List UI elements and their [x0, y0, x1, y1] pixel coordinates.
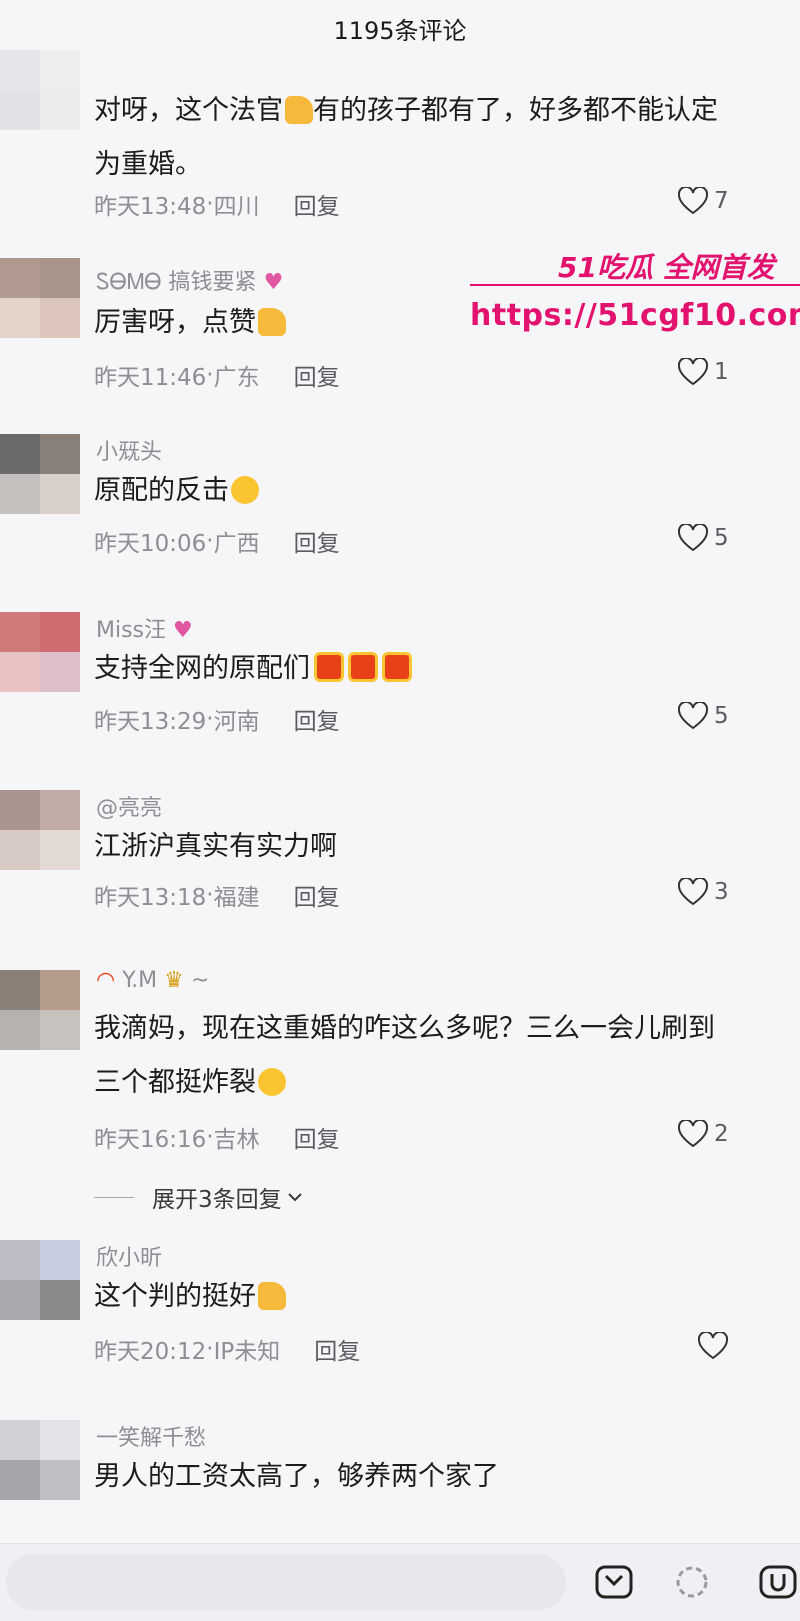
reply-button[interactable]: 回复 [294, 358, 340, 392]
comment-input-bar [0, 1543, 800, 1621]
comment-time: 昨天11:46 [94, 365, 207, 391]
comment-username: ᏚᎾᎷᎾ 搞钱要紧 ♥ [96, 270, 284, 295]
comment-location: 四川 [213, 194, 260, 220]
comment-username: @亮亮 [96, 796, 163, 821]
comment-time: 昨天13:18 [94, 885, 207, 911]
comment-username: ◠ Y.M ♛ ~ [96, 968, 210, 993]
reply-button[interactable]: 回复 [294, 1120, 340, 1154]
heart-icon [678, 702, 708, 730]
avatar[interactable] [0, 258, 80, 338]
gift-emoji [348, 652, 378, 682]
kiss-emoji [231, 476, 259, 504]
heart-icon [698, 1332, 728, 1360]
like-button[interactable] [698, 1332, 734, 1360]
comment-text: 江浙沪真实有实力啊 [94, 831, 337, 862]
comment-meta: 昨天20:12 · IP未知 回复 [94, 1332, 360, 1366]
comments-header: 1195条评论 [0, 0, 800, 56]
comment-time: 昨天20:12 [94, 1339, 207, 1365]
heart-icon [678, 878, 708, 906]
chevron-down-icon [287, 1193, 302, 1202]
laugh-tears-emoji [258, 1068, 286, 1096]
like-button[interactable]: 2 [678, 1120, 729, 1148]
like-count: 2 [714, 1121, 729, 1147]
comment-meta: 昨天11:46 · 广东 回复 [94, 358, 340, 392]
reply-button[interactable]: 回复 [294, 187, 340, 221]
gift-emoji [382, 652, 412, 682]
comment-meta: 昨天13:29 · 河南 回复 [94, 702, 340, 736]
comment-meta: 昨天16:16 · 吉林 回复 [94, 1120, 340, 1154]
like-count: 5 [714, 703, 729, 729]
reply-button[interactable]: 回复 [294, 702, 340, 736]
like-button[interactable]: 1 [678, 358, 729, 386]
comment-location: IP未知 [213, 1339, 281, 1365]
comment-text: 男人的工资太高了，够养两个家了 [94, 1461, 499, 1492]
like-button[interactable]: 5 [678, 702, 729, 730]
comment-meta: 昨天13:48 · 四川 回复 [94, 187, 340, 221]
comment-username: 小兓头 [96, 440, 163, 465]
emoji-icon[interactable] [672, 1564, 712, 1600]
heart-emoji: ♥ [173, 618, 193, 643]
comment-username: Miss汪 ♥ [96, 618, 193, 643]
like-count: 3 [714, 879, 729, 905]
watermark-brand: 51吃瓜 全网首发 [558, 251, 775, 284]
avatar[interactable] [0, 612, 80, 692]
thumbs-up-emoji [285, 96, 313, 124]
reply-button[interactable]: 回复 [294, 524, 340, 558]
comment-input[interactable] [6, 1554, 566, 1610]
comment-text: 这个判的挺好 [94, 1270, 784, 1324]
image-icon[interactable] [758, 1564, 798, 1600]
heart-icon [678, 358, 708, 386]
crown-emoji: ♛ [164, 968, 184, 993]
comment-text: 原配的反击 [94, 464, 784, 518]
heart-emoji: ♥ [263, 270, 284, 295]
avatar[interactable] [0, 1240, 80, 1320]
comment-text: 对呀，这个法官 有的孩子都有了，好多都不能认定 为重婚。 [94, 95, 718, 180]
reply-button[interactable]: 回复 [294, 878, 340, 912]
comment-username: 欣小昕 [96, 1246, 163, 1271]
watermark-line [470, 284, 800, 286]
like-button[interactable]: 5 [678, 524, 729, 552]
comment-text: 我滴妈，现在这重婚的咋这么多呢？三么一会儿刷到 三个都挺炸裂 [94, 1013, 715, 1098]
gift-emoji [314, 652, 344, 682]
comment-text: 厉害呀，点赞 [94, 296, 784, 350]
at-mention-icon[interactable] [594, 1564, 634, 1600]
comment-time: 昨天13:29 [94, 709, 207, 735]
heart-icon [678, 1120, 708, 1148]
avatar[interactable] [0, 434, 80, 514]
rainbow-emoji: ◠ [96, 968, 116, 993]
avatar[interactable] [0, 50, 80, 130]
comment-count-title: 1195条评论 [333, 16, 467, 45]
expand-replies-label: 展开3条回复 [152, 1187, 282, 1213]
comment-time: 昨天16:16 [94, 1127, 207, 1153]
heart-icon [678, 524, 708, 552]
divider [94, 1196, 134, 1198]
avatar[interactable] [0, 1420, 80, 1500]
comment-location: 广东 [213, 365, 260, 391]
like-count: 1 [714, 359, 729, 385]
like-count: 7 [714, 188, 729, 214]
comment-text: 支持全网的原配们 [94, 642, 784, 696]
thumbs-up-emoji [258, 1282, 286, 1310]
avatar[interactable] [0, 970, 80, 1050]
comment-meta: 昨天10:06 · 广西 回复 [94, 524, 340, 558]
comment-meta: 昨天13:18 · 福建 回复 [94, 878, 340, 912]
expand-replies-button[interactable]: 展开3条回复 [94, 1180, 304, 1214]
like-button[interactable]: 3 [678, 878, 729, 906]
comment-time: 昨天13:48 [94, 194, 207, 220]
thumbs-up-emoji [258, 308, 286, 336]
comment-location: 河南 [213, 709, 260, 735]
comment-time: 昨天10:06 [94, 531, 207, 557]
comment-username: 一笑解千愁 [96, 1426, 207, 1451]
reply-button[interactable]: 回复 [314, 1332, 360, 1366]
heart-icon [678, 187, 708, 215]
like-count: 5 [714, 525, 729, 551]
comment-location: 吉林 [213, 1127, 260, 1153]
comment-location: 福建 [213, 885, 260, 911]
avatar[interactable] [0, 790, 80, 870]
comment-location: 广西 [213, 531, 260, 557]
like-button[interactable]: 7 [678, 187, 729, 215]
